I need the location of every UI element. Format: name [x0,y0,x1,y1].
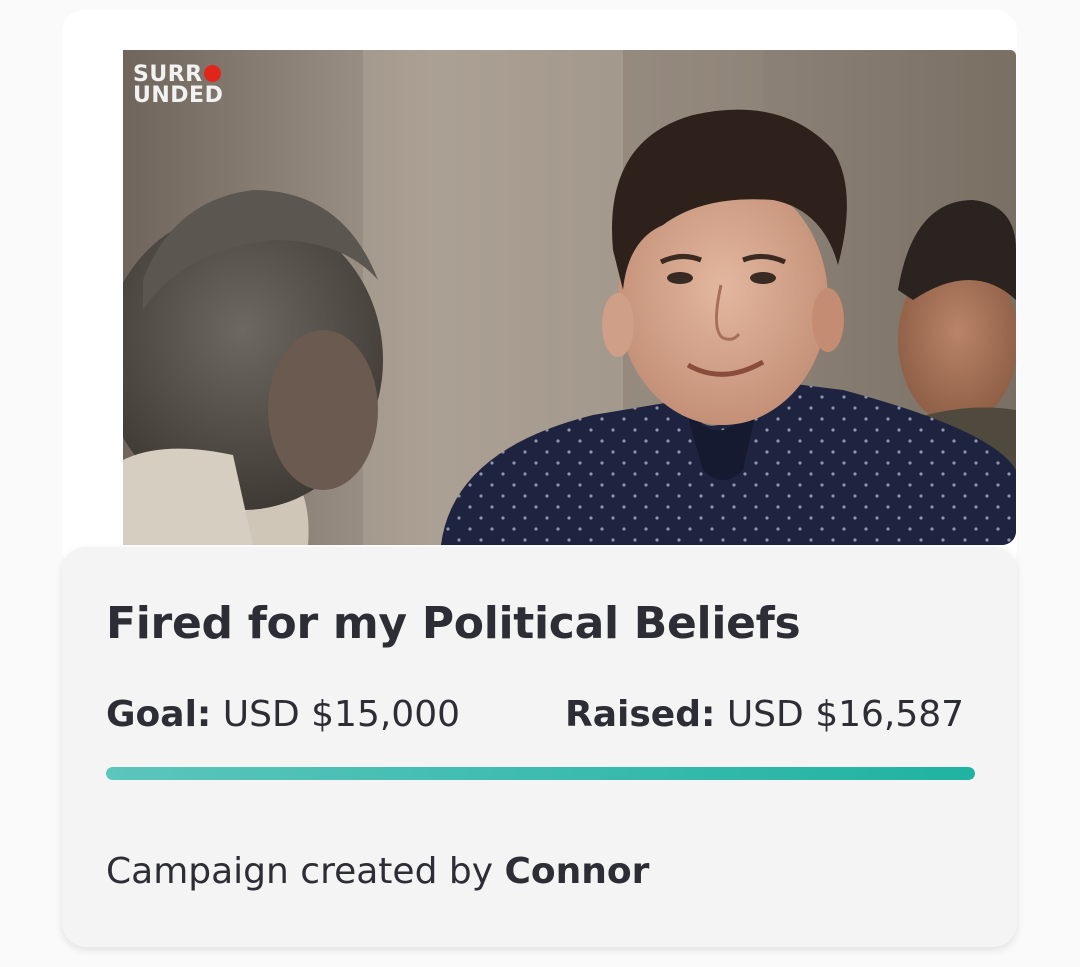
campaign-creator: Campaign created by Connor [106,850,649,894]
red-dot-icon [203,65,221,82]
campaign-photo-illustration [123,50,1016,545]
raised-value: USD $16,587 [726,694,965,735]
goal-label: Goal: [106,694,212,735]
goal-stat: Goal: USD $15,000 [106,693,460,737]
surrounded-logo: SURR UNDED [133,64,224,108]
creator-name[interactable]: Connor [504,851,649,892]
raised-label: Raised: [565,694,716,735]
campaign-info-card[interactable]: Fired for my Political Beliefs Goal: USD… [62,547,1017,947]
goal-value: USD $15,000 [222,694,460,735]
raised-stat: Raised: USD $16,587 [565,693,964,737]
funding-progress-fill [106,767,975,780]
creator-prefix: Campaign created by [106,851,494,892]
campaign-title[interactable]: Fired for my Political Beliefs [106,597,801,651]
campaign-photo[interactable]: SURR UNDED [123,50,1016,545]
funding-progress-bar [106,767,975,780]
logo-line-2: UNDED [133,83,224,108]
